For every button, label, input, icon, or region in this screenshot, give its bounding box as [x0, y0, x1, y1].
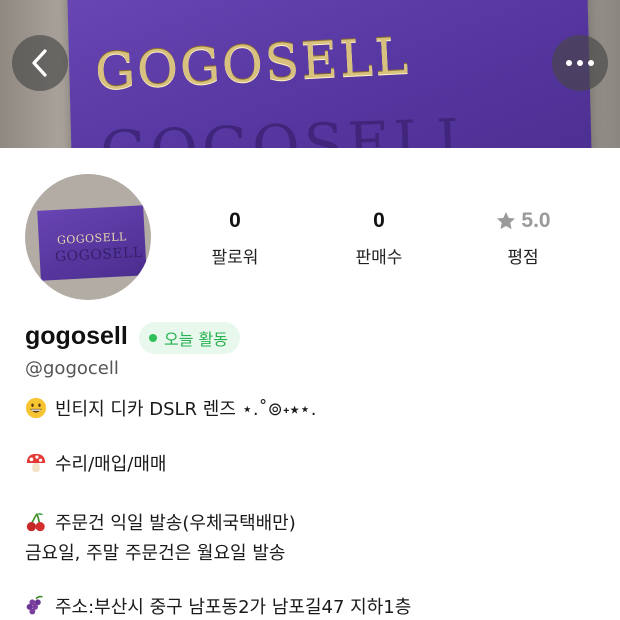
grapes-icon	[26, 595, 43, 615]
more-options-button[interactable]	[552, 35, 608, 91]
cover-image: GOGOSELL GOGOSELL	[0, 0, 620, 148]
bio-text-1: 빈티지 디카 DSLR 렌즈 ⋆.˚⊚˖⭑⋆.	[55, 399, 317, 420]
bio-text-2: 수리/매입/매매	[55, 454, 167, 475]
followers-label: 팔로워	[211, 248, 259, 268]
sales-count: 0	[373, 209, 385, 232]
followers-stat[interactable]: 0 팔로워	[175, 208, 295, 268]
rating-stat[interactable]: 5.0 평점	[463, 208, 583, 268]
bio-text-3: 주문건 익일 발송(우체국택배만)	[55, 513, 296, 534]
bio-line-1: 빈티지 디카 DSLR 렌즈 ⋆.˚⊚˖⭑⋆.	[25, 395, 316, 421]
mushroom-icon	[26, 453, 46, 473]
activity-badge-label: 오늘 활동	[164, 330, 228, 349]
sales-label: 판매수	[355, 248, 403, 268]
followers-count: 0	[229, 209, 241, 232]
user-handle: @gogocell	[25, 358, 119, 379]
bio-line-2: 수리/매입/매매	[25, 450, 167, 476]
rating-value: 5.0	[521, 209, 551, 232]
grinning-face-icon	[25, 397, 47, 419]
cherries-icon	[26, 513, 45, 532]
chevron-left-icon	[32, 49, 47, 77]
back-button[interactable]	[12, 35, 68, 91]
more-horizontal-icon	[566, 60, 594, 66]
bio-line-4: 금요일, 주말 주문건은 월요일 발송	[25, 539, 285, 565]
star-icon	[497, 212, 516, 230]
activity-badge: 오늘 활동	[139, 322, 240, 354]
username: gogosell	[25, 322, 128, 350]
bio-text-5: 주소:부산시 중구 남포동2가 남포길47 지하1층	[55, 597, 412, 618]
bio-text-4: 금요일, 주말 주문건은 월요일 발송	[25, 543, 286, 564]
sales-stat[interactable]: 0 판매수	[319, 208, 439, 268]
avatar[interactable]: GOGOSELL GOGOSELL	[25, 174, 151, 300]
online-dot-icon	[149, 334, 157, 342]
bio-line-5: 주소:부산시 중구 남포동2가 남포길47 지하1층	[25, 593, 411, 619]
bio-line-3: 주문건 익일 발송(우체국택배만)	[25, 509, 296, 535]
rating-label: 평점	[507, 248, 539, 268]
